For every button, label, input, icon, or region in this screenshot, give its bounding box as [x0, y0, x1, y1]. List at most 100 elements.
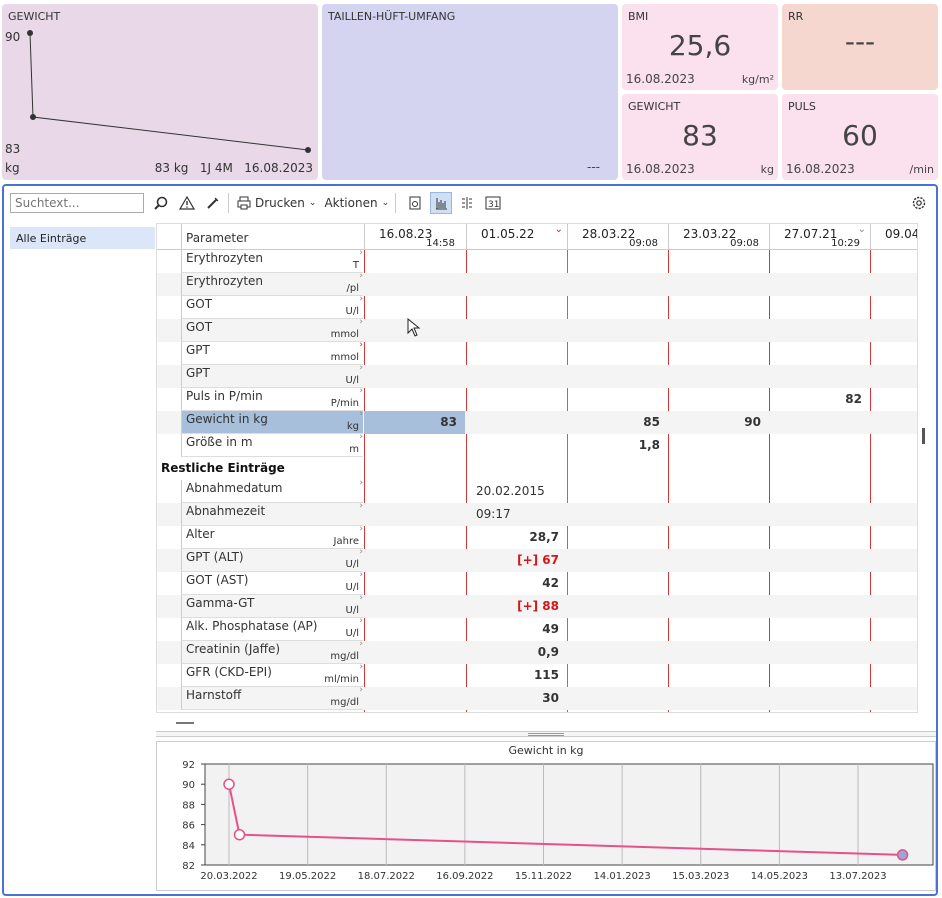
parameter-cell: Erythrozyten/pl › — [181, 271, 363, 296]
value-cell[interactable]: 20.02.2015 — [466, 480, 567, 503]
actions-label: Aktionen — [324, 196, 378, 210]
table-row[interactable]: GPT mmol › — [157, 340, 917, 365]
plot-area — [204, 763, 934, 866]
tile-title: RR — [788, 10, 804, 23]
value-cell[interactable]: 09:17 — [466, 503, 567, 526]
value-cell[interactable]: 115 — [466, 664, 567, 687]
splitter-handle[interactable] — [156, 731, 936, 737]
tile-date: 16.08.2023 — [626, 72, 695, 86]
column-header[interactable]: 01.05.22 ⌄ — [466, 224, 567, 250]
value-cell[interactable]: 82 — [769, 388, 870, 411]
parameter-cell: Größe in m m › — [181, 432, 363, 457]
tile-date: 16.08.2023 — [786, 162, 855, 176]
print-button[interactable]: Drucken ⌄ — [237, 196, 316, 210]
print-label: Drucken — [255, 196, 305, 210]
parameter-cell: Harnstoff mg/dl › — [181, 685, 363, 710]
waist-hip-tile[interactable]: TAILLEN-HÜFT-UMFANG --- — [322, 4, 618, 180]
weight-tile[interactable]: GEWICHT 83 16.08.2023 kg — [622, 94, 778, 180]
table-row[interactable]: Harnstoff mg/dl › 30 — [157, 685, 917, 710]
parameter-cell: GPT U/l › — [181, 363, 363, 388]
table-row[interactable]: Erythrozyten T › — [157, 248, 917, 273]
value-cell[interactable]: 1,8 — [567, 434, 668, 457]
tile-unit: /min — [909, 163, 934, 176]
search-input[interactable] — [10, 193, 144, 213]
x-tick-label: 14.01.2023 — [593, 871, 650, 882]
chevron-down-icon[interactable]: ⌄ — [555, 224, 563, 235]
parameter-name: Erythrozyten — [186, 251, 264, 265]
bmi-tile[interactable]: BMI 25,6 16.08.2023 kg/m² — [622, 4, 778, 90]
search-icon[interactable] — [150, 192, 172, 214]
chevron-right-icon: › — [359, 547, 363, 557]
chevron-right-icon: › — [359, 662, 363, 672]
table-row[interactable]: Gamma-GT U/l › [+] 88 — [157, 593, 917, 618]
value-cell[interactable]: 0,9 — [466, 641, 567, 664]
data-point — [223, 778, 235, 790]
table-row[interactable]: GOT U/l › — [157, 294, 917, 319]
table-row[interactable]: Alter Jahre › 28,7 — [157, 524, 917, 549]
table-row[interactable]: GOT (AST) U/l › 42 — [157, 570, 917, 595]
pen-icon[interactable] — [202, 192, 224, 214]
table-row[interactable]: Abnahmezeit › 09:17 — [157, 501, 917, 526]
chevron-down-icon[interactable]: ⌄ — [858, 224, 866, 235]
table-row[interactable]: GOT mmol › — [157, 317, 917, 342]
table-row[interactable]: GPT U/l › — [157, 363, 917, 388]
tile-value: --- — [844, 25, 876, 58]
parameter-cell: GOT U/l › — [181, 294, 363, 319]
parameter-name: Puls in P/min — [186, 389, 263, 403]
table-row[interactable]: Erythrozyten/pl › — [157, 271, 917, 296]
x-tick-label: 19.05.2022 — [279, 871, 336, 882]
actions-button[interactable]: Aktionen ⌄ — [324, 196, 389, 210]
column-header[interactable]: 16.08.23 14:58 — [364, 224, 465, 250]
column-header[interactable]: 09.04 — [870, 224, 917, 250]
chevron-right-icon: › — [359, 248, 363, 258]
column-header[interactable]: 27.07.21 10:29 ⌄ — [769, 224, 870, 250]
value-cell[interactable]: 85 — [567, 411, 668, 434]
tile-title: TAILLEN-HÜFT-UMFANG — [328, 10, 456, 23]
weight-chart-tile[interactable]: GEWICHT 90 83 kg 83 kg 1J 4M 16.08.2023 — [2, 4, 318, 180]
sidebar-item-all-entries[interactable]: Alle Einträge — [10, 227, 155, 249]
rr-tile[interactable]: RR --- — [782, 4, 938, 90]
value-cell[interactable]: 28,7 — [466, 526, 567, 549]
parameter-name: Größe in m — [186, 435, 253, 449]
gear-icon[interactable] — [908, 192, 930, 214]
parameter-name: Creatinin (Jaffe) — [186, 642, 281, 656]
column-header[interactable]: 28.03.22 09:08 — [567, 224, 668, 250]
table-row[interactable]: Gewicht in kg kg › 83 85 90 — [157, 409, 917, 434]
warning-icon[interactable] — [176, 192, 198, 214]
value-cell[interactable]: [+] 88 — [466, 595, 567, 618]
parameter-unit: m — [349, 444, 359, 455]
y-tick-label: 82 — [182, 861, 195, 872]
columns-icon[interactable] — [456, 192, 478, 214]
table-row[interactable]: GFR (CKD-EPI) ml/min › 115 — [157, 662, 917, 687]
parameter-cell: GFR (CKD-EPI) ml/min › — [181, 662, 363, 687]
value-cell[interactable]: 42 — [466, 572, 567, 595]
printer-icon — [237, 196, 251, 210]
table-row[interactable]: GPT (ALT) U/l › [+] 67 — [157, 547, 917, 572]
parameter-name: GPT — [186, 366, 210, 380]
table-row[interactable]: Größe in m m › 1,8 — [157, 432, 917, 457]
parameter-name: GFR (CKD-EPI) — [186, 665, 272, 679]
value-cell[interactable]: 90 — [668, 411, 769, 434]
parameter-header[interactable]: Parameter — [181, 224, 363, 250]
value-cell[interactable]: [+] 67 — [466, 549, 567, 572]
value-cell[interactable]: 49 — [466, 618, 567, 641]
table-row[interactable]: Puls in P/min P/min › 82 — [157, 386, 917, 411]
grid-scrollbar[interactable] — [922, 428, 925, 444]
tile-summary: 83 kg 1J 4M 16.08.2023 — [155, 161, 313, 175]
table-row[interactable]: Creatinin (Jaffe) mg/dl › 0,9 — [157, 639, 917, 664]
bar-chart-icon[interactable] — [430, 192, 453, 214]
collapse-handle[interactable] — [176, 722, 194, 724]
value-cell[interactable]: 30 — [466, 687, 567, 710]
calendar-icon[interactable]: 31 — [482, 192, 504, 214]
document-icon[interactable] — [404, 192, 426, 214]
value-cell[interactable]: 83 — [364, 411, 465, 434]
table-row[interactable]: Abnahmedatum › 20.02.2015 — [157, 478, 917, 503]
table-row[interactable]: Alk. Phosphatase (AP) U/l › 49 — [157, 616, 917, 641]
column-header[interactable]: 23.03.22 09:08 — [668, 224, 769, 250]
tile-unit: kg/m² — [741, 73, 774, 86]
parameter-name: Harnstoff — [186, 688, 242, 702]
column-time: 10:29 — [831, 238, 860, 249]
parameter-cell: GOT (AST) U/l › — [181, 570, 363, 595]
pulse-tile[interactable]: PULS 60 16.08.2023 /min — [782, 94, 938, 180]
chevron-right-icon: › — [359, 685, 363, 695]
